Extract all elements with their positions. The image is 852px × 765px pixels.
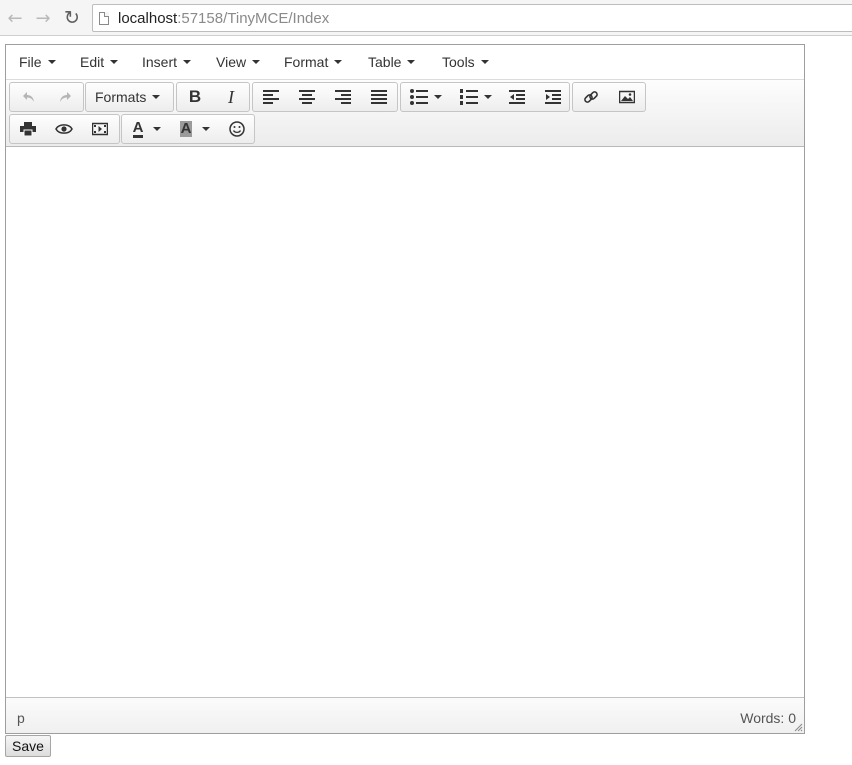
caret-down-icon [434,95,442,99]
numbered-list-icon[interactable] [451,83,501,111]
statusbar: p Words: 0 [6,697,804,733]
text-color-icon: A [132,118,144,138]
tinymce-editor: File Edit Insert View Format Table Tools… [5,44,805,734]
align-right-icon[interactable] [325,83,361,111]
editor-content-area[interactable] [6,147,804,697]
menu-edit[interactable]: Edit [80,54,119,70]
caret-down-icon [480,60,489,64]
menu-view[interactable]: View [216,54,261,70]
bold-button[interactable]: B [177,83,213,111]
caret-down-icon [252,60,261,64]
caret-down-icon [484,95,492,99]
media-film-icon[interactable] [82,115,118,143]
caret-down-icon [183,60,192,64]
background-color-icon: A [179,120,193,137]
menu-file[interactable]: File [19,54,56,70]
italic-button[interactable]: I [213,83,249,111]
address-bar[interactable]: localhost:57158/TinyMCE/Index [92,4,852,32]
caret-down-icon [152,95,161,99]
indent-icon[interactable] [535,83,571,111]
formats-group: Formats [85,82,174,112]
redo-icon[interactable] [47,83,83,111]
text-color-button[interactable]: A [122,115,172,143]
emoticons-icon[interactable] [219,115,255,143]
menubar: File Edit Insert View Format Table Tools [6,45,804,80]
align-left-icon[interactable] [253,83,289,111]
forward-arrow-icon[interactable]: → [32,7,54,29]
element-path[interactable]: p [17,710,25,726]
outdent-icon[interactable] [499,83,535,111]
caret-down-icon [110,60,119,64]
link-icon[interactable] [573,83,609,111]
reload-icon[interactable]: ↻ [61,7,83,29]
menu-insert[interactable]: Insert [142,54,192,70]
preview-eye-icon[interactable] [46,115,82,143]
caret-down-icon [202,127,211,131]
caret-down-icon [153,127,162,131]
image-icon[interactable] [609,83,645,111]
caret-down-icon [47,60,56,64]
menu-table[interactable]: Table [368,54,416,70]
text-style-group: B I [176,82,250,112]
list-indent-group [400,82,570,112]
caret-down-icon [407,60,416,64]
color-group: A A [121,114,255,144]
view-group [9,114,120,144]
caret-down-icon [334,60,343,64]
align-justify-icon[interactable] [361,83,397,111]
history-group [9,82,84,112]
browser-toolbar: ← → ↻ localhost:57158/TinyMCE/Index [0,0,852,36]
formats-dropdown[interactable]: Formats [95,83,171,111]
align-center-icon[interactable] [289,83,325,111]
bullet-list-icon[interactable] [401,83,451,111]
page-icon [99,12,109,25]
insert-group [572,82,646,112]
back-arrow-icon[interactable]: ← [4,7,26,29]
save-button[interactable]: Save [5,735,51,757]
background-color-button[interactable]: A [170,115,220,143]
print-icon[interactable] [10,115,46,143]
alignment-group [252,82,398,112]
undo-icon[interactable] [11,83,47,111]
menu-format[interactable]: Format [284,54,343,70]
word-count: Words: 0 [740,710,796,726]
toolbar: Formats B I A A [6,80,804,147]
resize-handle-icon[interactable] [793,722,803,732]
menu-tools[interactable]: Tools [442,54,489,70]
url-text: localhost:57158/TinyMCE/Index [118,10,330,27]
